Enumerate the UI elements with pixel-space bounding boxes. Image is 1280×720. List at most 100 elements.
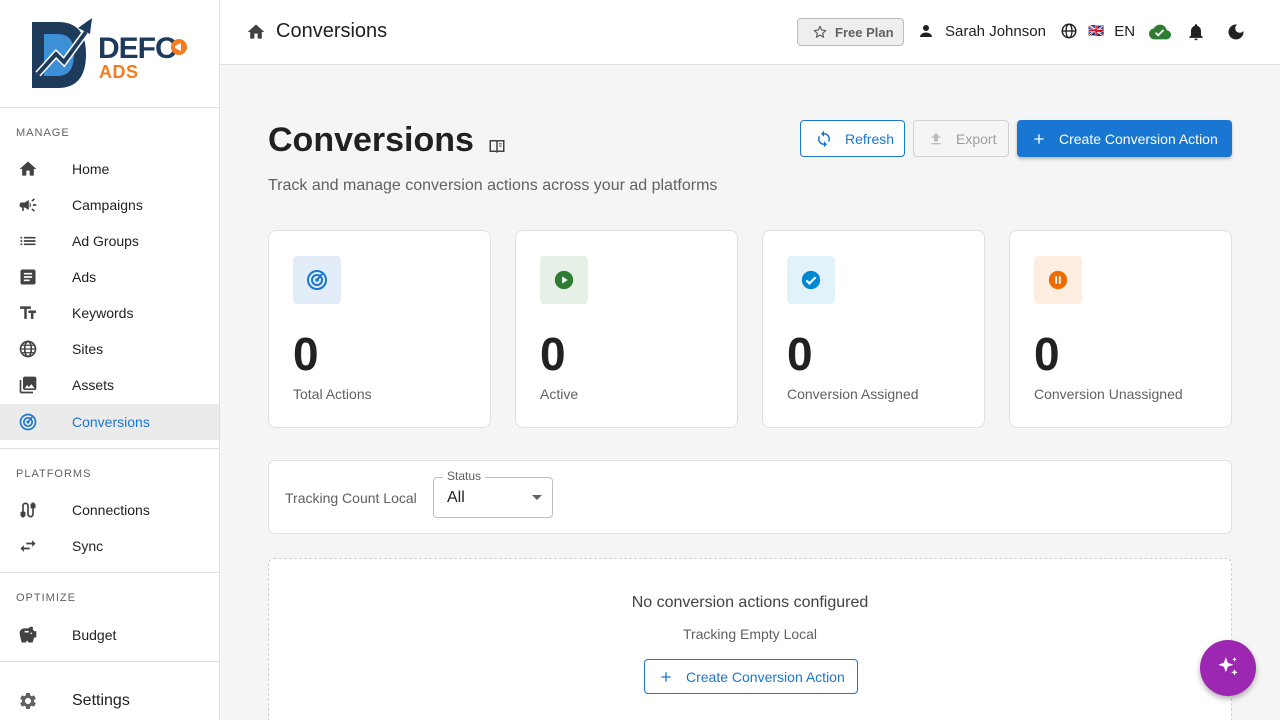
logo-mark-icon — [32, 18, 92, 88]
status-select-label: Status — [443, 469, 486, 483]
home-icon — [19, 161, 37, 176]
notifications-icon[interactable] — [1186, 21, 1206, 43]
language-code: EN — [1114, 22, 1136, 40]
image-icon — [19, 376, 37, 394]
section-label-platforms: PLATFORMS — [16, 468, 92, 480]
sidebar-item-campaigns[interactable]: Campaigns — [0, 187, 219, 223]
home-icon[interactable] — [246, 22, 266, 42]
globe-icon — [19, 340, 37, 358]
sync-arrows-icon — [20, 540, 36, 552]
brand-name: DEFO — [98, 32, 178, 65]
export-label: Export — [956, 130, 997, 147]
sidebar-item-budget[interactable]: Budget — [0, 617, 219, 653]
stat-badge — [1034, 256, 1082, 304]
language-selector[interactable]: 🇬🇧 EN — [1060, 22, 1135, 40]
sidebar-item-label: Assets — [72, 377, 115, 393]
globe-icon — [1061, 23, 1077, 39]
sidebar: DEFO ADS MANAGE Home Campaigns Ad Groups… — [0, 0, 220, 720]
piggy-bank-icon — [19, 626, 37, 643]
target-icon — [19, 413, 37, 431]
stat-badge — [540, 256, 588, 304]
sidebar-item-label: Keywords — [72, 305, 134, 321]
sidebar-item-connections[interactable]: Connections — [0, 492, 219, 528]
refresh-icon — [818, 130, 830, 147]
pause-circle-icon — [1048, 270, 1068, 290]
upload-icon — [931, 132, 941, 144]
plus-icon — [661, 671, 671, 682]
brand-logo[interactable]: DEFO ADS — [0, 0, 219, 108]
megaphone-icon — [19, 198, 37, 212]
page-title: Conversions — [268, 121, 474, 159]
language-flag: 🇬🇧 — [1088, 23, 1105, 38]
cloud-done-icon[interactable] — [1148, 21, 1172, 43]
docs-book-icon[interactable] — [487, 137, 507, 155]
refresh-button[interactable]: Refresh — [800, 120, 905, 157]
topbar-title: Conversions — [276, 20, 388, 42]
star-outline-icon — [813, 25, 827, 38]
empty-state-create-button[interactable]: Create Conversion Action — [644, 659, 858, 694]
sidebar-item-label: Campaigns — [72, 197, 143, 213]
stat-card-total-actions: 0 Total Actions — [268, 230, 491, 428]
cable-icon — [20, 502, 36, 518]
dark-mode-icon[interactable] — [1226, 21, 1246, 43]
refresh-label: Refresh — [845, 130, 895, 147]
sidebar-item-ad-groups[interactable]: Ad Groups — [0, 223, 219, 259]
sidebar-item-label: Connections — [72, 502, 150, 518]
stat-value: 0 — [293, 328, 319, 380]
sidebar-item-keywords[interactable]: Keywords — [0, 295, 219, 331]
status-select[interactable]: Status All — [433, 469, 553, 518]
stat-card-active: 0 Active — [515, 230, 738, 428]
stat-card-conversion-unassigned: 0 Conversion Unassigned — [1009, 230, 1232, 428]
ai-assistant-fab[interactable] — [1200, 640, 1256, 696]
sidebar-item-home[interactable]: Home — [0, 151, 219, 187]
plus-icon — [1034, 133, 1044, 144]
stat-label: Active — [540, 386, 579, 402]
plan-label: Free Plan — [835, 24, 894, 40]
sidebar-item-sync[interactable]: Sync — [0, 528, 219, 564]
filter-bar: Tracking Count Local Status All — [268, 460, 1232, 534]
stat-card-conversion-assigned: 0 Conversion Assigned — [762, 230, 985, 428]
sidebar-item-label: Conversions — [72, 414, 150, 430]
create-conversion-action-button[interactable]: Create Conversion Action — [1017, 120, 1232, 157]
section-label-optimize: OPTIMIZE — [16, 592, 76, 604]
sparkles-icon — [1218, 657, 1238, 676]
empty-state-title: No conversion actions configured — [631, 594, 869, 611]
create-label: Create Conversion Action — [1059, 130, 1218, 147]
chevron-down-icon — [532, 495, 542, 500]
sidebar-item-settings[interactable]: Settings — [0, 683, 219, 719]
user-menu[interactable]: Sarah Johnson — [917, 22, 1046, 40]
stat-badge — [293, 256, 341, 304]
sidebar-item-ads[interactable]: Ads — [0, 259, 219, 295]
sidebar-item-label: Budget — [72, 627, 117, 643]
page-subtitle: Track and manage conversion actions acro… — [268, 177, 718, 194]
plan-badge[interactable]: Free Plan — [797, 18, 904, 46]
filter-label: Tracking Count Local — [285, 490, 417, 506]
sidebar-item-label: Ad Groups — [72, 233, 139, 249]
sidebar-divider — [0, 448, 219, 449]
stat-label: Conversion Unassigned — [1034, 386, 1183, 402]
sidebar-item-conversions[interactable]: Conversions — [0, 404, 219, 440]
stat-value: 0 — [787, 328, 813, 380]
sidebar-item-assets[interactable]: Assets — [0, 367, 219, 403]
play-circle-icon — [554, 270, 574, 290]
sidebar-divider — [0, 572, 219, 573]
sidebar-item-label: Home — [72, 161, 110, 177]
sidebar-item-label: Ads — [72, 269, 97, 285]
top-app-bar: Conversions Free Plan Sarah Johnson 🇬🇧 E… — [220, 0, 1280, 65]
person-icon — [920, 25, 932, 37]
list-icon — [20, 236, 36, 246]
stat-value: 0 — [540, 328, 566, 380]
target-icon — [307, 270, 327, 290]
status-select-value: All — [447, 489, 465, 506]
stat-value: 0 — [1034, 328, 1060, 380]
empty-state-create-label: Create Conversion Action — [686, 668, 845, 685]
export-button[interactable]: Export — [913, 120, 1009, 157]
sidebar-item-label: Sync — [72, 538, 104, 554]
gear-icon — [20, 693, 36, 709]
sidebar-item-label: Settings — [72, 692, 130, 709]
sidebar-divider — [0, 661, 219, 662]
empty-state-subtitle: Tracking Empty Local — [682, 626, 818, 642]
sidebar-item-sites[interactable]: Sites — [0, 331, 219, 367]
user-name: Sarah Johnson — [945, 22, 1046, 40]
megaphone-accent-icon — [171, 39, 187, 55]
